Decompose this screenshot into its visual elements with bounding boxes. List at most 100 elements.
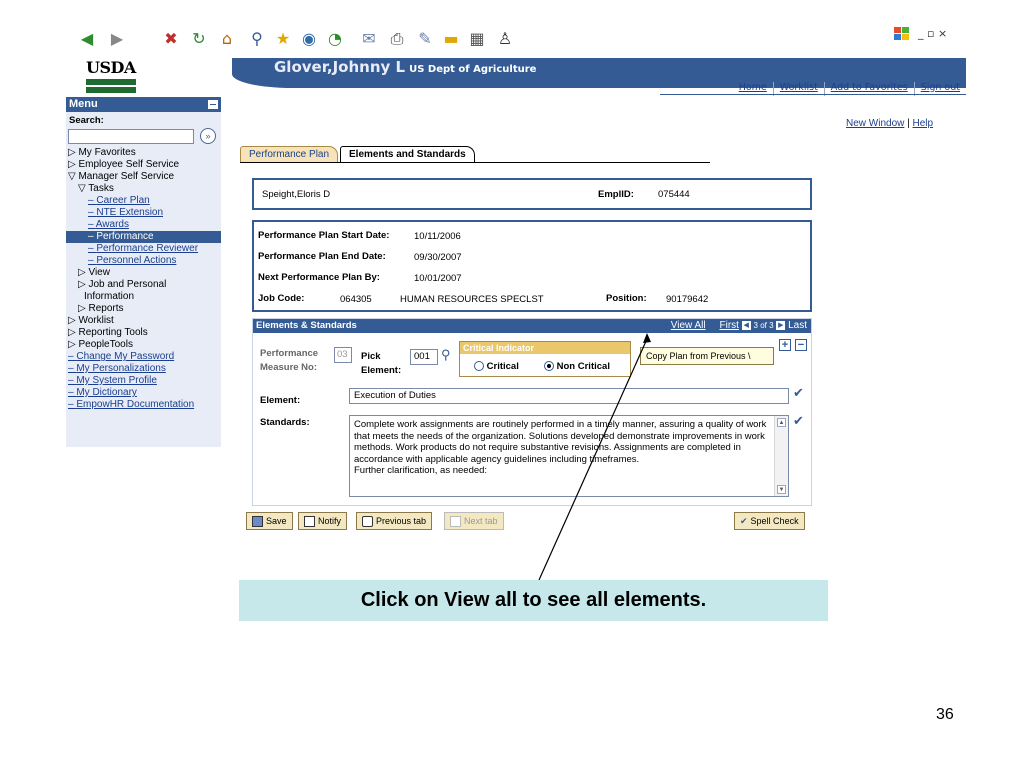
non-critical-radio[interactable] <box>544 361 554 372</box>
scroll-up-icon[interactable]: ▲ <box>777 418 786 427</box>
menu-search-input[interactable] <box>68 128 194 144</box>
spell-check-button[interactable]: ✔ Spell Check <box>734 512 805 530</box>
utility-links: New Window | Help <box>846 118 934 129</box>
copy-plan-button[interactable]: Copy Plan from Previous \ <box>640 347 774 365</box>
sidebar-item[interactable]: ▷ Worklist <box>66 315 221 327</box>
plan-box: Performance Plan Start Date: 10/11/2006 … <box>252 220 812 312</box>
messenger-icon[interactable]: ♙ <box>494 28 516 50</box>
history-icon[interactable]: ◔ <box>324 28 346 50</box>
new-window-link[interactable]: New Window <box>846 118 904 129</box>
delete-row-icon[interactable]: − <box>795 339 807 351</box>
sidebar-item[interactable]: – Awards <box>66 219 221 231</box>
critical-indicator-group: Critical Indicator Critical Non Critical <box>459 341 631 377</box>
standards-label: Standards: <box>260 417 310 428</box>
collapse-icon[interactable] <box>208 100 218 109</box>
sidebar-item[interactable]: – Career Plan <box>66 195 221 207</box>
sidebar-item[interactable]: ▽ Tasks <box>66 183 221 195</box>
previous-tab-button[interactable]: Previous tab <box>356 512 433 530</box>
add-row-icon[interactable]: + <box>779 339 791 351</box>
notify-button[interactable]: Notify <box>298 512 348 530</box>
plan-start-label: Performance Plan Start Date: <box>258 230 390 241</box>
next-arrow-icon[interactable]: ▶ <box>776 320 786 330</box>
edit-icon[interactable]: ✎ <box>414 28 436 50</box>
emplid-label: EmplID: <box>598 189 634 200</box>
standards-textarea[interactable]: Complete work assignments are routinely … <box>349 415 789 497</box>
view-all-link[interactable]: View All <box>671 320 706 331</box>
browser-toolbar: ◀ ▶ ✖ ↻ ⌂ ⚲ ★ ◉ ◔ ✉ ⎙ ✎ ▬ ▦ ♙ <box>72 24 552 56</box>
scroll-down-icon[interactable]: ▼ <box>777 485 786 494</box>
lookup-icon[interactable]: ⚲ <box>441 347 451 363</box>
sidebar-item-label: Personnel Actions <box>96 255 177 266</box>
help-link[interactable]: Help <box>913 118 934 129</box>
favorites-icon[interactable]: ★ <box>272 28 294 50</box>
sidebar-item-label: ▷ PeopleTools <box>68 339 133 350</box>
next-tab-icon <box>450 516 461 528</box>
sidebar-item-label: Change My Password <box>76 351 175 362</box>
sidebar-item[interactable]: ▽ Manager Self Service <box>66 171 221 183</box>
sidebar-item[interactable]: ▷ Employee Self Service <box>66 159 221 171</box>
research-icon[interactable]: ▦ <box>466 28 488 50</box>
position-value: 90179642 <box>666 294 709 305</box>
refresh-icon[interactable]: ↻ <box>188 28 210 50</box>
sidebar-item[interactable]: Information <box>66 291 221 303</box>
home-icon[interactable]: ⌂ <box>216 28 238 50</box>
menu-items: ▷ My Favorites ▷ Employee Self Service ▽ M… <box>66 147 221 411</box>
sidebar-item-label: Performance <box>96 231 154 242</box>
element-field[interactable]: Execution of Duties <box>349 388 789 404</box>
sidebar-item[interactable]: – Performance <box>66 231 221 243</box>
critical-radio[interactable] <box>474 361 484 372</box>
standards-spell-check-icon[interactable]: ✔ <box>793 413 804 429</box>
menu-search-label: Search: <box>69 115 104 126</box>
first-link[interactable]: First <box>720 320 739 331</box>
measure-no-field[interactable]: 03 <box>334 347 352 363</box>
sidebar-item[interactable]: ▷ View <box>66 267 221 279</box>
media-icon[interactable]: ◉ <box>298 28 320 50</box>
element-sub-label: Element: <box>361 365 402 376</box>
save-button[interactable]: Save <box>246 512 293 530</box>
usda-logo: USDA <box>72 58 212 98</box>
sidebar-item[interactable]: – Change My Password <box>66 351 221 363</box>
tab-performance-plan[interactable]: Performance Plan <box>240 146 339 162</box>
standards-scrollbar[interactable]: ▲ ▼ <box>774 416 788 496</box>
sidebar-item-label: EmpowHR Documentation <box>76 399 195 410</box>
sidebar-item[interactable]: ▷ Reporting Tools <box>66 327 221 339</box>
sidebar-item[interactable]: ▷ My Favorites <box>66 147 221 159</box>
last-link[interactable]: Last <box>788 320 807 331</box>
stop-icon[interactable]: ✖ <box>160 28 182 50</box>
forward-icon[interactable]: ▶ <box>106 28 128 50</box>
sidebar-item-label: Awards <box>95 219 129 230</box>
menu-title: Menu <box>69 98 98 110</box>
window-controls[interactable]: _ ▫ × <box>918 27 947 40</box>
sidebar-item[interactable]: – NTE Extension <box>66 207 221 219</box>
previous-arrow-icon[interactable]: ◀ <box>741 320 751 330</box>
employee-name: Speight,Eloris D <box>262 189 331 200</box>
tab-elements-and-standards[interactable]: Elements and Standards <box>340 146 475 162</box>
print-icon[interactable]: ⎙ <box>386 28 408 50</box>
search-go-icon[interactable]: » <box>200 128 216 144</box>
back-icon[interactable]: ◀ <box>76 28 98 50</box>
sidebar-item[interactable]: ▷ PeopleTools <box>66 339 221 351</box>
previous-tab-icon <box>362 516 373 528</box>
sidebar-item[interactable]: – Performance Reviewer <box>66 243 221 255</box>
search-icon[interactable]: ⚲ <box>246 28 268 50</box>
sidebar-item[interactable]: – My Personalizations <box>66 363 221 375</box>
folder-icon[interactable]: ▬ <box>440 28 462 50</box>
next-tab-button[interactable]: Next tab <box>444 512 504 530</box>
sidebar-item[interactable]: – Personnel Actions <box>66 255 221 267</box>
plan-end-value: 09/30/2007 <box>414 252 462 263</box>
sidebar-item-label: ▷ View <box>78 267 110 278</box>
sidebar-item[interactable]: ▷ Reports <box>66 303 221 315</box>
pick-field[interactable]: 001 <box>410 349 438 365</box>
sidebar-item-label: ▽ Tasks <box>78 183 114 194</box>
standards-text: Complete work assignments are routinely … <box>354 419 767 465</box>
element-label: Element: <box>260 395 301 406</box>
job-title-value: HUMAN RESOURCES SPECLST <box>400 294 544 305</box>
sidebar-item[interactable]: – My Dictionary <box>66 387 221 399</box>
record-counter: 3 of 3 <box>753 321 774 330</box>
sidebar-item[interactable]: ▷ Job and Personal <box>66 279 221 291</box>
sidebar-item-label: ▷ Reports <box>78 303 124 314</box>
sidebar-item[interactable]: – EmpowHR Documentation <box>66 399 221 411</box>
sidebar-item[interactable]: – My System Profile <box>66 375 221 387</box>
spell-check-icon[interactable]: ✔ <box>793 385 804 401</box>
mail-icon[interactable]: ✉ <box>358 28 380 50</box>
